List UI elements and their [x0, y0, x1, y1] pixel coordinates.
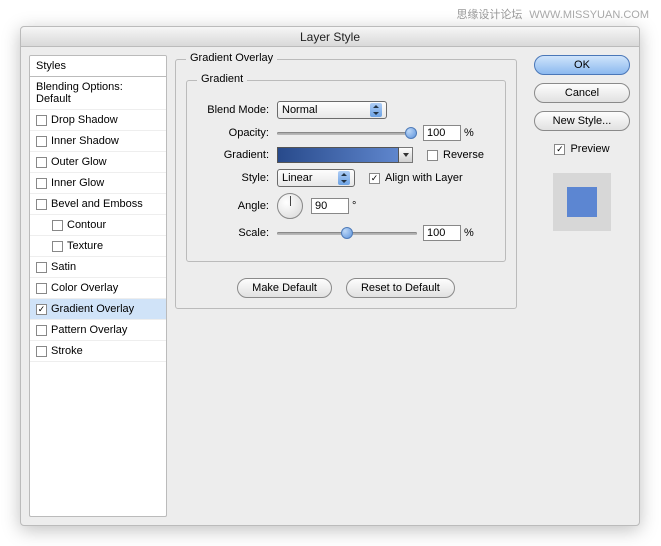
sidebar-item-inner-shadow[interactable]: Inner Shadow — [30, 131, 166, 152]
sidebar-item-texture[interactable]: Texture — [30, 236, 166, 257]
dialog-title: Layer Style — [21, 27, 639, 47]
sidebar-item-label: Color Overlay — [51, 282, 118, 294]
angle-label: Angle: — [197, 200, 269, 212]
preview-swatch — [567, 187, 597, 217]
preview-box — [553, 173, 611, 231]
sidebar-item-checkbox[interactable] — [52, 241, 63, 252]
sidebar-item-label: Inner Glow — [51, 177, 104, 189]
reset-to-default-button[interactable]: Reset to Default — [346, 278, 455, 298]
sidebar-item-checkbox[interactable] — [36, 346, 47, 357]
align-with-layer-checkbox[interactable] — [369, 173, 380, 184]
chevron-updown-icon — [370, 103, 382, 117]
sidebar-item-label: Gradient Overlay — [51, 303, 134, 315]
dialog-buttons: OK Cancel New Style... Preview — [525, 55, 631, 517]
gradient-overlay-panel: Gradient Overlay Gradient Blend Mode: No… — [167, 55, 525, 517]
scale-label: Scale: — [197, 227, 269, 239]
sidebar-item-stroke[interactable]: Stroke — [30, 341, 166, 362]
gradient-swatch[interactable] — [277, 147, 399, 163]
sidebar-item-contour[interactable]: Contour — [30, 215, 166, 236]
sidebar-item-checkbox[interactable] — [36, 283, 47, 294]
make-default-button[interactable]: Make Default — [237, 278, 332, 298]
reverse-checkbox[interactable] — [427, 150, 438, 161]
sidebar-item-inner-glow[interactable]: Inner Glow — [30, 173, 166, 194]
sidebar-item-label: Pattern Overlay — [51, 324, 127, 336]
sidebar-item-satin[interactable]: Satin — [30, 257, 166, 278]
sidebar-item-drop-shadow[interactable]: Drop Shadow — [30, 110, 166, 131]
sidebar-item-outer-glow[interactable]: Outer Glow — [30, 152, 166, 173]
sidebar-item-label: Stroke — [51, 345, 83, 357]
sidebar-item-label: Outer Glow — [51, 156, 107, 168]
sidebar-item-label: Inner Shadow — [51, 135, 119, 147]
layer-style-dialog: Layer Style Styles Blending Options: Def… — [20, 26, 640, 526]
sidebar-item-checkbox[interactable] — [36, 136, 47, 147]
sidebar-item-label: Satin — [51, 261, 76, 273]
scale-unit: % — [464, 227, 474, 239]
blend-mode-select[interactable]: Normal — [277, 101, 387, 119]
blend-mode-label: Blend Mode: — [197, 104, 269, 116]
preview-label: Preview — [570, 143, 609, 155]
sidebar-item-checkbox[interactable] — [36, 199, 47, 210]
style-label: Style: — [197, 172, 269, 184]
sidebar-item-label: Drop Shadow — [51, 114, 118, 126]
style-select[interactable]: Linear — [277, 169, 355, 187]
sidebar-item-checkbox[interactable] — [36, 178, 47, 189]
sidebar-item-gradient-overlay[interactable]: Gradient Overlay — [30, 299, 166, 320]
styles-sidebar: Styles Blending Options: Default Drop Sh… — [29, 55, 167, 517]
gradient-subtitle: Gradient — [197, 73, 247, 85]
sidebar-header[interactable]: Styles — [30, 56, 166, 77]
sidebar-item-label: Contour — [67, 219, 106, 231]
reverse-label: Reverse — [443, 149, 484, 161]
opacity-slider[interactable] — [277, 126, 417, 140]
sidebar-item-checkbox[interactable] — [36, 157, 47, 168]
align-with-layer-label: Align with Layer — [385, 172, 463, 184]
gradient-label: Gradient: — [197, 149, 269, 161]
sidebar-item-pattern-overlay[interactable]: Pattern Overlay — [30, 320, 166, 341]
opacity-input[interactable] — [423, 125, 461, 141]
sidebar-blending-options[interactable]: Blending Options: Default — [30, 77, 166, 110]
gradient-dropdown-icon[interactable] — [399, 147, 413, 163]
opacity-unit: % — [464, 127, 474, 139]
sidebar-item-label: Bevel and Emboss — [51, 198, 143, 210]
preview-checkbox[interactable] — [554, 144, 565, 155]
panel-title: Gradient Overlay — [186, 52, 277, 64]
chevron-updown-icon — [338, 171, 350, 185]
sidebar-item-label: Texture — [67, 240, 103, 252]
sidebar-item-checkbox[interactable] — [52, 220, 63, 231]
sidebar-item-checkbox[interactable] — [36, 325, 47, 336]
cancel-button[interactable]: Cancel — [534, 83, 630, 103]
sidebar-item-checkbox[interactable] — [36, 115, 47, 126]
sidebar-item-color-overlay[interactable]: Color Overlay — [30, 278, 166, 299]
new-style-button[interactable]: New Style... — [534, 111, 630, 131]
angle-dial[interactable] — [277, 193, 303, 219]
angle-unit: ° — [352, 200, 356, 212]
scale-input[interactable] — [423, 225, 461, 241]
watermark: 思缘设计论坛 WWW.MISSYUAN.COM — [456, 6, 649, 22]
angle-input[interactable] — [311, 198, 349, 214]
scale-slider[interactable] — [277, 226, 417, 240]
sidebar-item-checkbox[interactable] — [36, 262, 47, 273]
sidebar-item-checkbox[interactable] — [36, 304, 47, 315]
ok-button[interactable]: OK — [534, 55, 630, 75]
opacity-label: Opacity: — [197, 127, 269, 139]
sidebar-item-bevel-and-emboss[interactable]: Bevel and Emboss — [30, 194, 166, 215]
